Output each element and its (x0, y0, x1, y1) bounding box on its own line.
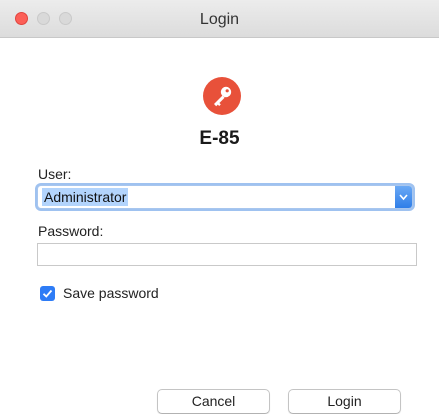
product-name: E-85 (199, 128, 240, 149)
user-select[interactable]: Administrator (37, 185, 413, 209)
dropdown-arrow-icon[interactable] (395, 186, 412, 208)
login-button[interactable]: Login (288, 389, 401, 414)
password-field[interactable] (37, 243, 417, 266)
cancel-button[interactable]: Cancel (157, 389, 270, 414)
user-select-value: Administrator (42, 188, 129, 206)
window-title: Login (199, 11, 240, 28)
key-icon (203, 77, 241, 115)
user-label: User: (38, 166, 72, 182)
save-password-label: Save password (63, 285, 159, 301)
password-label: Password: (38, 223, 104, 239)
save-password-checkbox[interactable] (40, 286, 55, 301)
title-bar: Login (0, 0, 439, 38)
